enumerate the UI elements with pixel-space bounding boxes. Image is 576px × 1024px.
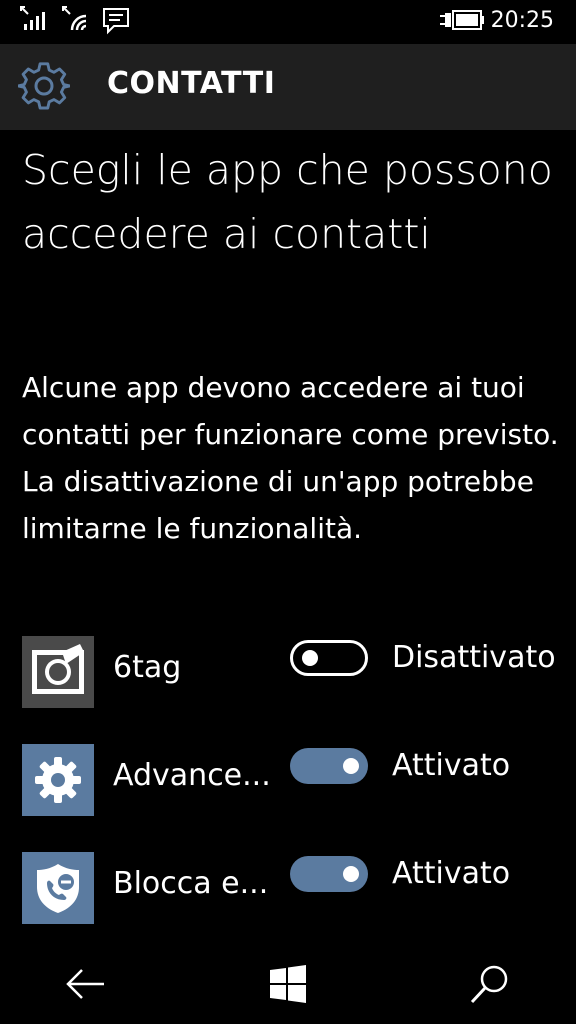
toggle-blocca[interactable]: [290, 856, 368, 892]
page-title: Scegli le app che possono accedere ai co…: [22, 146, 553, 258]
app-name: Advance...: [113, 758, 271, 793]
app-name: 6tag: [113, 650, 182, 685]
toggle-6tag[interactable]: [290, 640, 368, 676]
clock: 20:25: [490, 8, 554, 33]
toggle-advanced[interactable]: [290, 748, 368, 784]
toggle-state-label: Attivato: [392, 748, 511, 783]
app-icon-advanced: [22, 744, 94, 816]
app-icon-blocca: [22, 852, 94, 924]
app-row-blocca: Blocca e... Attivato: [0, 852, 576, 924]
settings-gear-icon: [18, 62, 70, 110]
page-description: Alcune app devono accedere ai tuoi conta…: [22, 371, 559, 545]
message-icon: [103, 8, 129, 35]
app-icon-6tag: [22, 636, 94, 708]
status-bar: 20:25: [0, 0, 576, 44]
wifi-icon: [62, 6, 87, 31]
toggle-knob: [302, 650, 318, 666]
header: CONTATTI: [0, 44, 576, 130]
toggle-state-label: Attivato: [392, 856, 511, 891]
app-row-advanced: Advance... Attivato: [0, 744, 576, 816]
battery-charging-icon: [440, 10, 484, 30]
navigation-bar: [0, 940, 576, 1024]
gear-icon: [35, 757, 81, 803]
back-arrow-icon[interactable]: [64, 962, 108, 1006]
search-icon[interactable]: [468, 962, 512, 1006]
app-name: Blocca e...: [113, 866, 269, 901]
app-row-6tag: 6tag Disattivato: [0, 636, 576, 708]
cellular-signal-icon: [20, 6, 45, 30]
call-block-shield-icon: [37, 864, 79, 913]
toggle-state-label: Disattivato: [392, 640, 556, 675]
camera-icon: [22, 636, 94, 708]
toggle-knob: [343, 758, 359, 774]
windows-start-icon[interactable]: [266, 962, 310, 1006]
header-title: CONTATTI: [107, 66, 276, 101]
toggle-knob: [343, 866, 359, 882]
